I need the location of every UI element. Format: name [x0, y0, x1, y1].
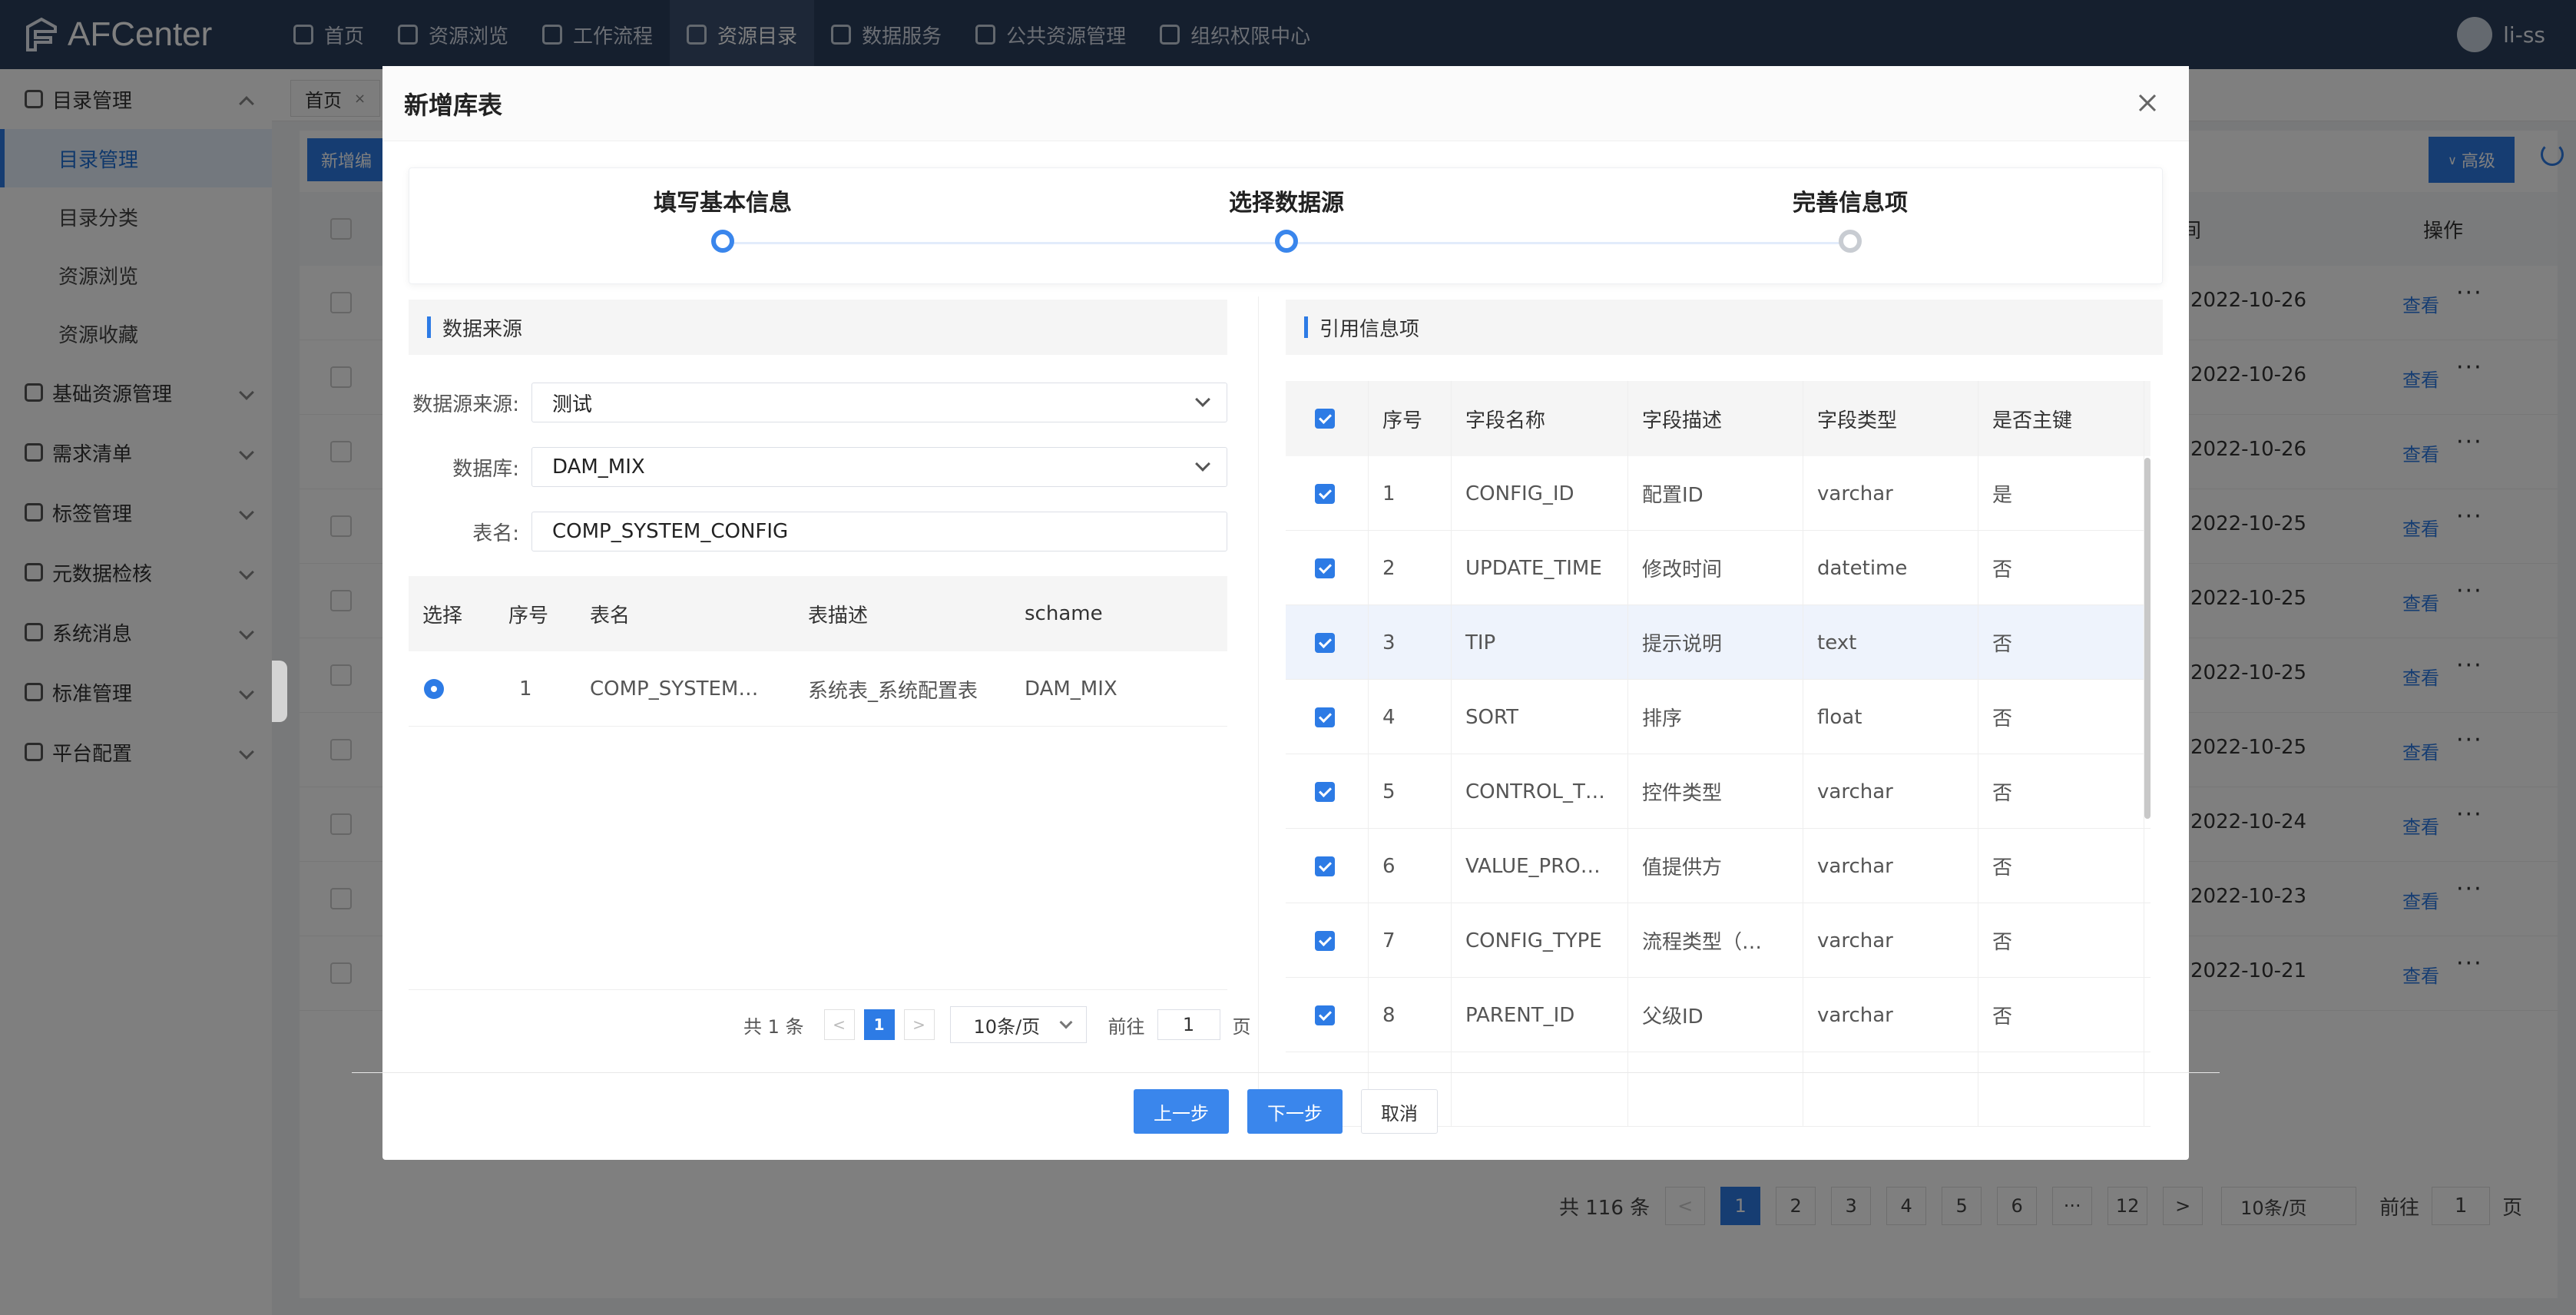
- prev-page-button[interactable]: <: [823, 1009, 855, 1040]
- row-checkbox[interactable]: [1315, 632, 1335, 653]
- form-row-database: 数据库: DAM_MIX: [409, 447, 1227, 487]
- section-data-source: 数据来源: [409, 300, 1227, 355]
- table-row[interactable]: 4 SORT 排序 float 否: [1286, 680, 2151, 754]
- select-all-checkbox[interactable]: [1315, 409, 1335, 429]
- database-select[interactable]: DAM_MIX: [531, 447, 1227, 487]
- row-checkbox[interactable]: [1315, 707, 1335, 727]
- form-row-source: 数据源来源: 测试: [409, 383, 1227, 422]
- row-checkbox[interactable]: [1315, 1005, 1335, 1025]
- add-table-dialog: 新增库表 填写基本信息 选择数据源 完善信息项 数据来源 引用信息项 数据源来源…: [352, 66, 2220, 1160]
- source-select[interactable]: 测试: [531, 383, 1227, 422]
- chevron-down-icon: [1195, 392, 1210, 407]
- fields-table: 序号 字段名称 字段描述 字段类型 是否主键 1 CONFIG_ID 配置ID var…: [1286, 381, 2151, 1137]
- step-dot: [1275, 230, 1298, 253]
- divider: [1258, 296, 1259, 1103]
- fields-table-header: 序号 字段名称 字段描述 字段类型 是否主键: [1286, 381, 2151, 456]
- row-checkbox[interactable]: [1315, 856, 1335, 876]
- table-row[interactable]: 8 PARENT_ID 父级ID varchar 否: [1286, 978, 2151, 1052]
- table-row[interactable]: 2 UPDATE_TIME 修改时间 datetime 否: [1286, 531, 2151, 605]
- step-complete-fields: 完善信息项: [1735, 184, 1965, 253]
- goto-page-input[interactable]: 1: [1157, 1009, 1220, 1040]
- cancel-button[interactable]: 取消: [1361, 1089, 1438, 1134]
- chevron-down-icon: [1059, 1015, 1073, 1029]
- chevron-down-icon: [1195, 456, 1210, 472]
- step-dot: [711, 230, 734, 253]
- row-radio[interactable]: [424, 679, 444, 699]
- table-name-input[interactable]: COMP_SYSTEM_CONFIG: [531, 512, 1227, 552]
- close-icon[interactable]: [2134, 89, 2161, 117]
- step-select-source: 选择数据源: [1171, 184, 1402, 253]
- table-row[interactable]: 5 CONTROL_T… 控件类型 varchar 否: [1286, 754, 2151, 829]
- next-step-button[interactable]: 下一步: [1247, 1089, 1343, 1134]
- row-checkbox[interactable]: [1315, 781, 1335, 802]
- next-page-button[interactable]: >: [903, 1009, 935, 1040]
- source-table-header: 选择 序号 表名 表描述 schame: [409, 576, 1227, 651]
- table-row[interactable]: 7 CONFIG_TYPE 流程类型（… varchar 否: [1286, 903, 2151, 978]
- sidebar-collapse-handle[interactable]: [272, 661, 287, 722]
- dialog-title: 新增库表: [382, 66, 2189, 141]
- form-row-table-name: 表名: COMP_SYSTEM_CONFIG: [409, 512, 1227, 552]
- scrollbar[interactable]: [2144, 458, 2151, 819]
- table-row[interactable]: 1 CONFIG_ID 配置ID varchar 是: [1286, 456, 2151, 531]
- row-checkbox[interactable]: [1315, 930, 1335, 951]
- row-checkbox[interactable]: [1315, 483, 1335, 504]
- page-1-button[interactable]: 1: [863, 1009, 895, 1040]
- source-pagination: 共 1 条 < 1 > 10条/页 前往 1 页: [743, 1006, 1251, 1043]
- table-row[interactable]: 3 TIP 提示说明 text 否: [1286, 605, 2151, 680]
- row-checkbox[interactable]: [1315, 558, 1335, 578]
- table-row[interactable]: 6 VALUE_PRO… 值提供方 varchar 否: [1286, 829, 2151, 903]
- step-basic-info: 填写基本信息: [608, 184, 838, 253]
- divider: [409, 989, 1227, 990]
- steps: 填写基本信息 选择数据源 完善信息项: [409, 167, 2163, 284]
- table-row[interactable]: 1 COMP_SYSTEM… 系统表_系统配置表 DAM_MIX: [409, 651, 1227, 727]
- divider: [352, 1072, 2220, 1073]
- prev-step-button[interactable]: 上一步: [1134, 1089, 1229, 1134]
- step-dot: [1839, 230, 1862, 253]
- page-size-select[interactable]: 10条/页: [949, 1006, 1087, 1043]
- section-reference-fields: 引用信息项: [1286, 300, 2163, 355]
